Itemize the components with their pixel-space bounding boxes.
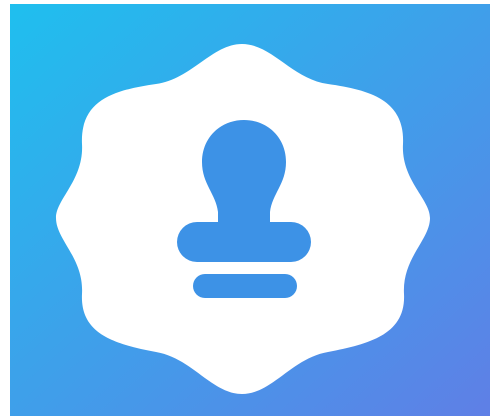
stamp-underline [193, 274, 297, 298]
app-icon-graphic [10, 4, 490, 416]
stamp-base [177, 222, 311, 262]
app-icon [10, 4, 490, 416]
